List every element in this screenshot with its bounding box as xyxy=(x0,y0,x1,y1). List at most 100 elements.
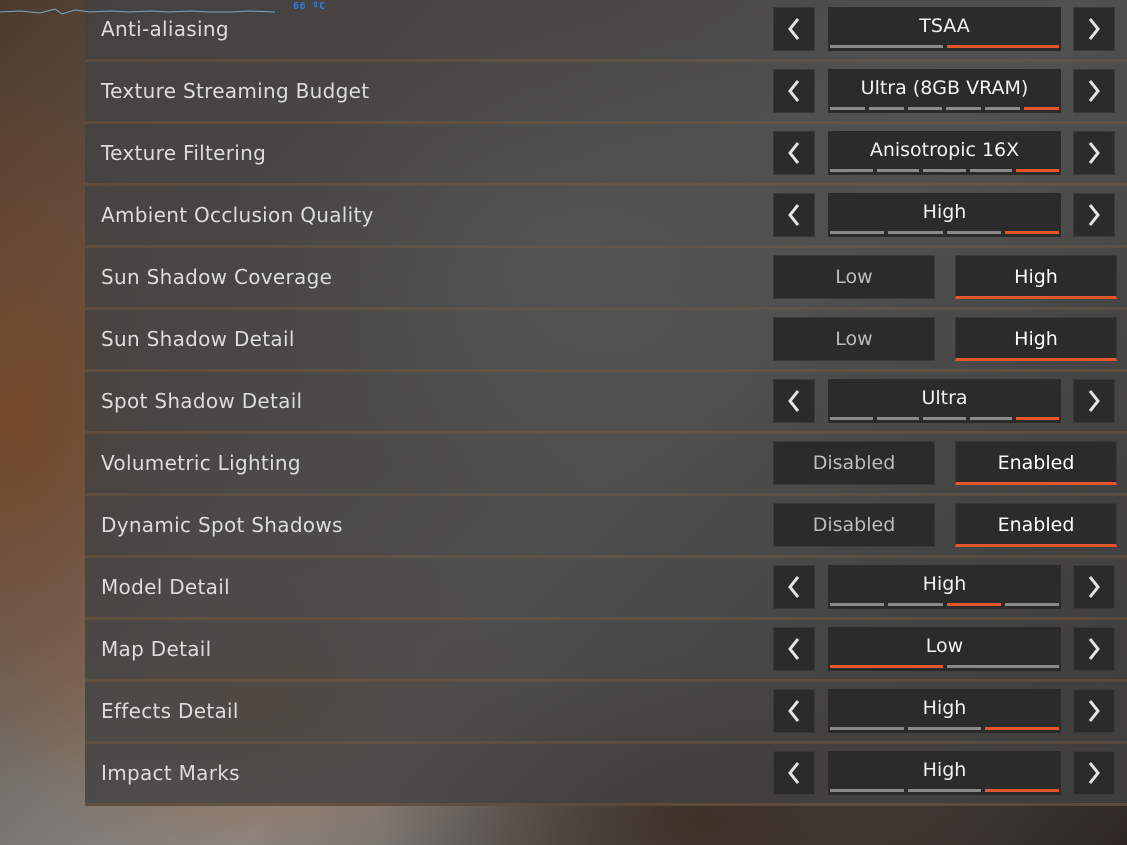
setting-label: Volumetric Lighting xyxy=(101,451,301,475)
level-segment xyxy=(946,603,1001,606)
chevron-right-icon xyxy=(1087,761,1101,785)
chevron-right-icon xyxy=(1087,141,1101,165)
chevron-left-icon xyxy=(787,699,801,723)
previous-option-button[interactable] xyxy=(773,627,815,671)
option-value-display: High xyxy=(828,751,1061,795)
next-option-button[interactable] xyxy=(1073,689,1115,733)
chevron-left-icon xyxy=(787,141,801,165)
option-value-display: Ultra xyxy=(828,379,1061,423)
level-segment xyxy=(946,231,1001,234)
setting-label: Spot Shadow Detail xyxy=(101,389,303,413)
setting-label: Texture Filtering xyxy=(101,141,267,165)
level-segment xyxy=(830,107,865,110)
setting-row-sun-shadow-coverage: Sun Shadow Coverage Low High xyxy=(85,248,1127,310)
level-segment xyxy=(969,169,1013,172)
option-level-indicator xyxy=(830,789,1060,792)
option-value: High xyxy=(922,759,967,781)
previous-option-button[interactable] xyxy=(773,689,815,733)
option-value: Anisotropic 16X xyxy=(869,139,1020,161)
setting-row-volumetric-lighting: Volumetric Lighting Disabled Enabled xyxy=(85,434,1127,496)
level-segment xyxy=(1016,169,1059,172)
next-option-button[interactable] xyxy=(1073,751,1115,795)
previous-option-button[interactable] xyxy=(773,565,815,609)
previous-option-button[interactable] xyxy=(773,131,815,175)
setting-label: Texture Streaming Budget xyxy=(101,79,370,103)
option-level-indicator xyxy=(830,231,1059,234)
level-segment xyxy=(907,727,982,730)
next-option-button[interactable] xyxy=(1073,131,1115,175)
chevron-right-icon xyxy=(1087,389,1101,413)
chevron-left-icon xyxy=(787,761,801,785)
option-value: High xyxy=(922,697,967,719)
previous-option-button[interactable] xyxy=(773,193,815,237)
video-settings-panel: Anti-aliasing TSAA Texture Streaming Budge… xyxy=(85,0,1127,806)
next-option-button[interactable] xyxy=(1073,565,1115,609)
option-high-button[interactable]: High xyxy=(955,255,1117,299)
level-segment xyxy=(888,231,943,234)
previous-option-button[interactable] xyxy=(773,379,815,423)
level-segment xyxy=(946,45,1059,48)
level-segment xyxy=(888,603,943,606)
previous-option-button[interactable] xyxy=(773,7,815,51)
chevron-right-icon xyxy=(1087,637,1101,661)
setting-label: Effects Detail xyxy=(101,699,239,723)
next-option-button[interactable] xyxy=(1073,627,1115,671)
setting-label: Ambient Occlusion Quality xyxy=(101,203,374,227)
frametime-graph xyxy=(0,8,276,15)
setting-row-impact-marks: Impact Marks High xyxy=(85,744,1127,806)
level-segment xyxy=(923,417,966,420)
level-segment xyxy=(907,789,982,792)
option-level-indicator xyxy=(830,603,1059,606)
option-high-button[interactable]: High xyxy=(955,317,1117,361)
level-segment xyxy=(985,789,1060,792)
setting-label: Sun Shadow Detail xyxy=(101,327,295,351)
chevron-left-icon xyxy=(787,203,801,227)
level-segment xyxy=(969,417,1013,420)
setting-row-ambient-occlusion-quality: Ambient Occlusion Quality High xyxy=(85,186,1127,248)
option-disabled-button[interactable]: Disabled xyxy=(773,503,935,547)
next-option-button[interactable] xyxy=(1073,379,1115,423)
level-segment xyxy=(1004,231,1059,234)
chevron-right-icon xyxy=(1087,699,1101,723)
chevron-right-icon xyxy=(1087,575,1101,599)
level-segment xyxy=(830,727,904,730)
option-level-indicator xyxy=(830,417,1059,420)
previous-option-button[interactable] xyxy=(773,69,815,113)
level-segment xyxy=(946,107,982,110)
chevron-right-icon xyxy=(1087,17,1101,41)
option-level-indicator xyxy=(830,45,1059,48)
option-level-indicator xyxy=(830,169,1059,172)
option-enabled-button[interactable]: Enabled xyxy=(955,503,1117,547)
option-value-display: Ultra (8GB VRAM) xyxy=(828,69,1061,113)
chevron-left-icon xyxy=(787,389,801,413)
setting-row-sun-shadow-detail: Sun Shadow Detail Low High xyxy=(85,310,1127,372)
option-low-button[interactable]: Low xyxy=(773,255,935,299)
setting-row-map-detail: Map Detail Low xyxy=(85,620,1127,682)
previous-option-button[interactable] xyxy=(773,751,815,795)
level-segment xyxy=(830,789,904,792)
next-option-button[interactable] xyxy=(1073,193,1115,237)
setting-row-model-detail: Model Detail High xyxy=(85,558,1127,620)
level-segment xyxy=(1024,107,1059,110)
option-disabled-button[interactable]: Disabled xyxy=(773,441,935,485)
option-value-display: TSAA xyxy=(828,7,1061,51)
chevron-left-icon xyxy=(787,79,801,103)
next-option-button[interactable] xyxy=(1073,7,1115,51)
option-low-button[interactable]: Low xyxy=(773,317,935,361)
level-segment xyxy=(868,107,904,110)
setting-label: Impact Marks xyxy=(101,761,240,785)
option-level-indicator xyxy=(830,107,1059,110)
option-value: High xyxy=(922,573,967,595)
level-segment xyxy=(830,169,873,172)
option-value: TSAA xyxy=(919,15,970,37)
level-segment xyxy=(830,603,885,606)
chevron-left-icon xyxy=(787,637,801,661)
next-option-button[interactable] xyxy=(1073,69,1115,113)
temperature-readout: 66 ºC xyxy=(293,1,326,12)
option-level-indicator xyxy=(830,727,1060,730)
chevron-right-icon xyxy=(1087,203,1101,227)
level-segment xyxy=(985,727,1060,730)
level-segment xyxy=(985,107,1021,110)
level-segment xyxy=(1004,603,1059,606)
option-enabled-button[interactable]: Enabled xyxy=(955,441,1117,485)
